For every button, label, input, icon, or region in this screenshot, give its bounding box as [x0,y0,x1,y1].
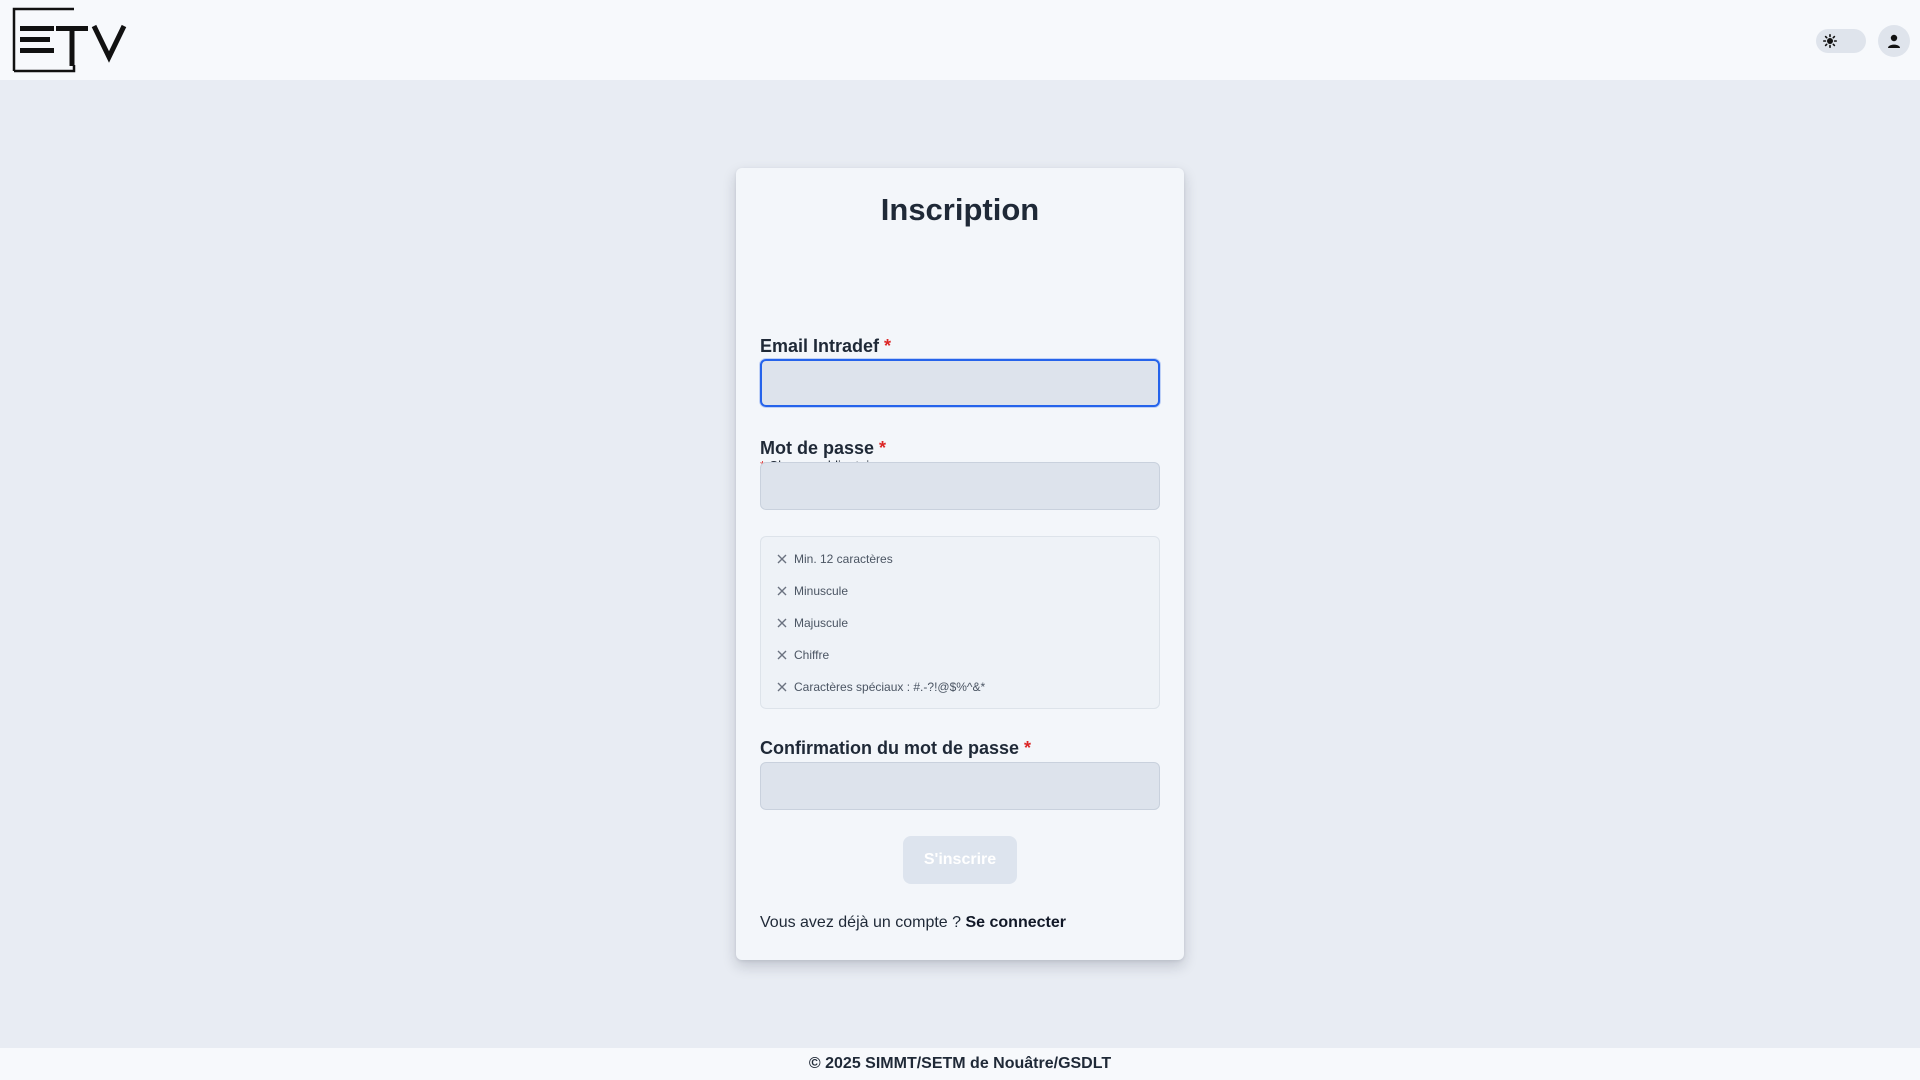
confirm-password-field[interactable] [760,762,1160,810]
account-button[interactable] [1878,25,1910,57]
confirm-password-label: Confirmation du mot de passe * [760,738,1031,759]
cross-icon [776,585,788,597]
rule-label: Min. 12 caractères [794,552,893,566]
password-label-text: Mot de passe [760,438,875,458]
rule-item: Chiffre [776,645,829,665]
email-label: Email Intradef * [760,336,891,357]
rule-label: Caractères spéciaux : #.-?!@$%^&* [794,680,986,694]
rule-item: Minuscule [776,581,848,601]
required-star: * [884,336,892,356]
password-field[interactable] [760,462,1160,510]
email-field[interactable] [760,359,1160,407]
password-rules: Min. 12 caractères Minuscule Majuscule C… [760,536,1160,709]
login-prompt-text: Vous avez déjà un compte ? [760,914,962,931]
rule-label: Minuscule [794,584,849,598]
password-label: Mot de passe * [760,438,886,459]
registration-card: Inscription * Champs obligatoires Email … [736,168,1184,960]
rule-label: Majuscule [794,616,849,630]
cross-icon [776,681,788,693]
rule-item: Caractères spéciaux : #.-?!@$%^&* [776,677,985,697]
top-header [0,0,1920,80]
theme-toggle[interactable] [1816,29,1866,53]
cross-icon [776,649,788,661]
header-actions [1816,25,1910,57]
rule-item: Majuscule [776,613,848,633]
user-icon [1888,34,1900,48]
email-label-text: Email Intradef [760,336,880,356]
login-link[interactable]: Se connecter [965,914,1065,931]
login-prompt: Vous avez déjà un compte ? Se connecter [760,914,1066,932]
footer: © 2025 SIMMT/SETM de Nouâtre/GSDLT [0,1048,1920,1080]
register-button[interactable]: S'inscrire [903,836,1017,884]
cross-icon [776,617,788,629]
confirm-password-label-text: Confirmation du mot de passe [760,738,1020,758]
rule-label: Chiffre [794,648,830,662]
cross-icon [776,553,788,565]
page-title: Inscription [880,192,1040,227]
footer-text: © 2025 SIMMT/SETM de Nouâtre/GSDLT [808,1055,1112,1072]
etv-logo[interactable] [12,7,138,73]
required-star: * [879,438,887,458]
rule-item: Min. 12 caractères [776,549,893,569]
sun-icon [1821,32,1839,50]
required-star: * [1024,738,1032,758]
